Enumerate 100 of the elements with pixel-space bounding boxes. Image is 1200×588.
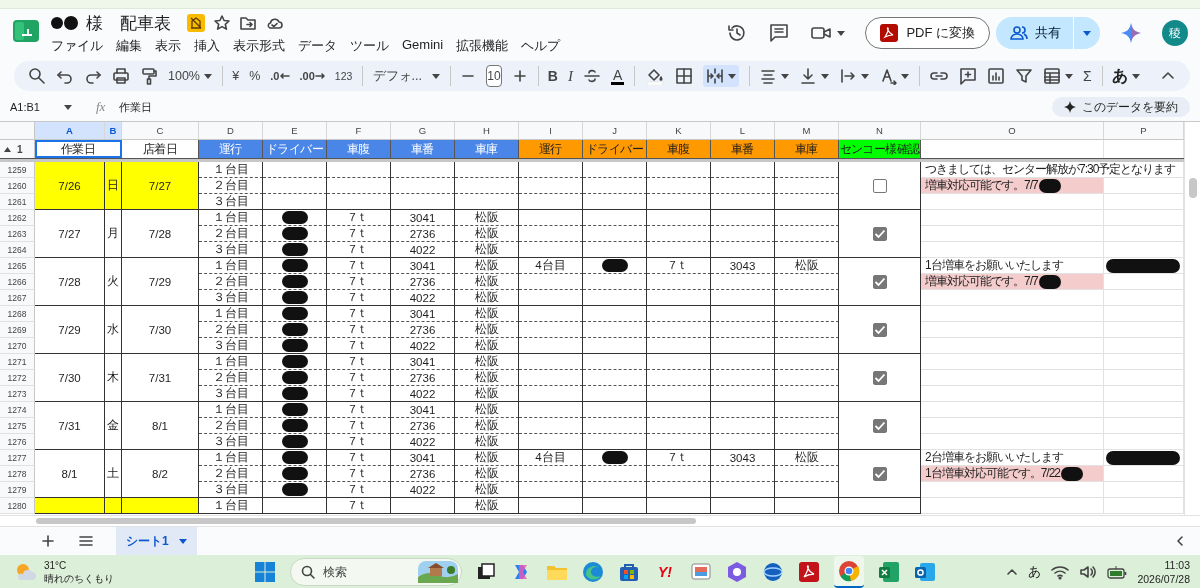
menu-item[interactable]: 拡張機能 [456, 37, 509, 55]
caret-icon[interactable] [860, 73, 869, 79]
caret-icon[interactable] [900, 73, 909, 79]
column-header[interactable]: E [263, 122, 327, 139]
formula-input[interactable]: 作業日 [119, 99, 153, 115]
caret-icon[interactable] [780, 73, 789, 79]
document-icon[interactable] [798, 560, 820, 583]
comment-icon[interactable] [768, 22, 791, 44]
badge-icon[interactable] [187, 14, 205, 32]
caret-icon[interactable] [1132, 73, 1140, 79]
column-header[interactable]: D [199, 122, 263, 139]
decrease-decimals-button[interactable]: .0 [270, 65, 290, 87]
caret-icon[interactable] [837, 30, 846, 36]
column-header[interactable]: I [519, 122, 583, 139]
caret-icon[interactable] [432, 73, 440, 79]
menu-item[interactable]: ファイル [51, 37, 103, 55]
pdf-button[interactable]: PDF に変換 [865, 17, 990, 49]
fill-color-icon[interactable] [644, 67, 665, 85]
chart-icon[interactable] [987, 67, 1006, 85]
mail-icon[interactable] [914, 560, 936, 583]
text-color-button[interactable]: A [611, 67, 625, 85]
column-header[interactable]: K [647, 122, 711, 139]
photos-icon[interactable] [690, 560, 712, 583]
clock-time[interactable]: 11:03 [1164, 557, 1190, 572]
borders-icon[interactable] [674, 67, 693, 85]
increase-decimals-button[interactable]: .00 [299, 65, 325, 87]
paint-roller-icon[interactable] [140, 67, 158, 85]
triangle-icon[interactable] [4, 146, 11, 152]
caret-icon[interactable] [63, 104, 72, 110]
add-comment-icon[interactable] [959, 67, 978, 85]
column-header[interactable]: N [839, 122, 921, 139]
checkbox[interactable] [872, 178, 887, 193]
column-header[interactable]: M [775, 122, 839, 139]
volume-icon[interactable] [1079, 563, 1098, 580]
checkbox[interactable] [872, 418, 887, 433]
caret-icon[interactable] [1065, 73, 1074, 79]
table-view-button[interactable] [1043, 65, 1074, 87]
name-box[interactable]: A1:B1 [10, 101, 40, 113]
plus-icon[interactable] [511, 68, 528, 84]
wifi-icon[interactable] [1051, 563, 1070, 580]
share-options-button[interactable] [1074, 17, 1100, 49]
menu-item[interactable]: 表示形式 [233, 37, 285, 55]
avatar[interactable]: 稜 [1162, 20, 1188, 46]
column-header[interactable]: L [711, 122, 775, 139]
percent-button[interactable]: % [249, 65, 261, 87]
spreadsheet-icon[interactable] [878, 560, 900, 583]
menu-item[interactable]: Gemini [402, 37, 444, 55]
sheet-tab[interactable]: シート1 [116, 527, 197, 555]
column-header[interactable]: H [455, 122, 519, 139]
strikethrough-icon[interactable] [583, 67, 601, 85]
app-icon[interactable]: Y! [654, 563, 676, 580]
clock-date[interactable]: 2026/07/28 [1137, 571, 1190, 586]
sparkle-icon[interactable] [1120, 22, 1142, 44]
scrollbar[interactable] [0, 515, 1200, 526]
checkbox[interactable] [872, 370, 887, 385]
active-app-highlight[interactable] [834, 555, 864, 588]
menu-icon[interactable] [78, 533, 94, 549]
hexagon-icon[interactable] [726, 560, 748, 583]
font-dropdown[interactable]: デフォ... [372, 65, 440, 87]
column-header[interactable]: J [583, 122, 647, 139]
input-tools-button[interactable]: あ [1112, 65, 1140, 87]
menu-item[interactable]: 表示 [155, 37, 181, 55]
bold-button[interactable]: B [547, 65, 558, 87]
zoom-dropdown[interactable]: 100% [168, 65, 212, 87]
number-format-button[interactable]: 123 [334, 65, 353, 87]
column-header[interactable]: A [35, 122, 105, 139]
menu-item[interactable]: 編集 [116, 37, 142, 55]
print-icon[interactable] [112, 67, 130, 85]
globe-icon[interactable] [762, 560, 784, 583]
input-mode-indicator[interactable]: あ [1028, 562, 1042, 581]
functions-button[interactable]: Σ [1083, 65, 1092, 87]
menu-item[interactable]: 挿入 [194, 37, 220, 55]
scrollbar-thumb[interactable] [1188, 178, 1197, 198]
browser-icon[interactable] [838, 559, 860, 582]
currency-button[interactable]: ¥ [232, 65, 240, 87]
add-sheet-icon[interactable] [40, 533, 56, 549]
font-size-field[interactable]: 10 [486, 65, 502, 87]
caret-icon[interactable] [820, 73, 829, 79]
caret-icon[interactable] [727, 73, 736, 79]
scrollbar[interactable] [1184, 122, 1200, 515]
share-button[interactable]: 共有 [996, 17, 1074, 49]
checkbox[interactable] [872, 226, 887, 241]
start-icon[interactable] [254, 560, 276, 583]
column-header[interactable]: O [921, 122, 1104, 139]
checkbox[interactable] [872, 274, 887, 289]
column-header[interactable]: B [105, 122, 122, 139]
vertical-align-button[interactable] [798, 65, 829, 87]
column-header[interactable]: C [122, 122, 199, 139]
folder-icon[interactable] [239, 14, 257, 32]
column-header[interactable]: G [391, 122, 455, 139]
checkbox[interactable] [872, 322, 887, 337]
chevron-left-icon[interactable] [1174, 535, 1186, 547]
merge-cells-button[interactable] [702, 65, 739, 87]
star-icon[interactable] [213, 14, 231, 32]
task-view-icon[interactable] [476, 561, 496, 582]
checkbox[interactable] [872, 466, 887, 481]
search-icon[interactable] [28, 67, 46, 85]
caret-icon[interactable] [204, 73, 212, 79]
battery-icon[interactable] [1107, 564, 1128, 579]
column-header[interactable]: F [327, 122, 391, 139]
